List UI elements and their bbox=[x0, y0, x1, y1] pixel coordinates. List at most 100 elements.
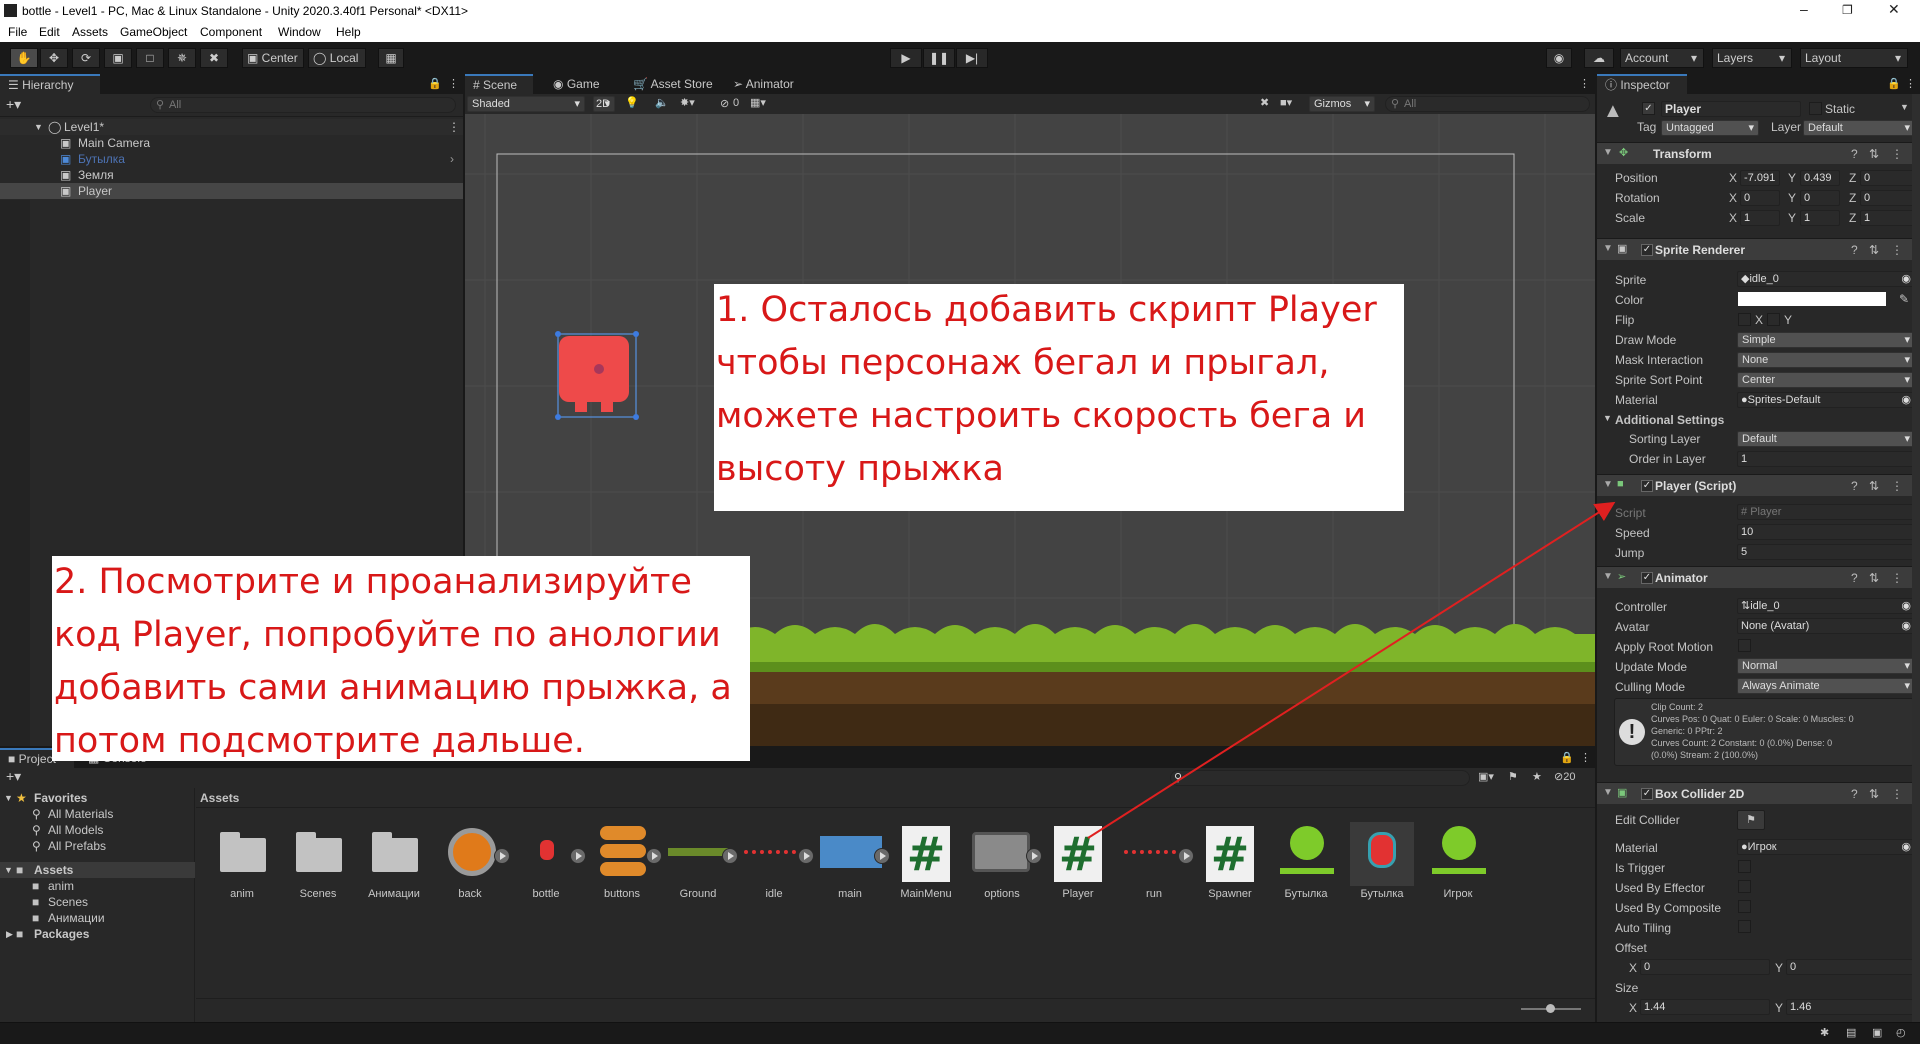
tree-item-all-prefabs[interactable]: ⚲ All Prefabs bbox=[0, 838, 195, 854]
preset-icon[interactable]: ⇅ bbox=[1869, 243, 1879, 257]
layer-dropdown[interactable]: Default bbox=[1803, 120, 1915, 136]
kebab-menu-icon[interactable]: ⋮ bbox=[1580, 751, 1591, 764]
help-icon[interactable]: ? bbox=[1851, 243, 1858, 257]
layout-dropdown[interactable]: Layout ▾ bbox=[1800, 48, 1908, 68]
rotate-tool-icon[interactable]: ⟳ bbox=[72, 48, 100, 68]
scene-search-input[interactable]: ⚲ All bbox=[1385, 96, 1590, 112]
speed-input[interactable]: 10 bbox=[1737, 524, 1915, 540]
menu-component[interactable]: Component bbox=[200, 25, 262, 39]
sprite-renderer-header[interactable]: ▼ ▣ ✓ Sprite Renderer ? ⇅ ⋮ bbox=[1597, 238, 1920, 260]
help-icon[interactable]: ? bbox=[1851, 787, 1858, 801]
size-y-input[interactable]: 1.46 bbox=[1786, 999, 1916, 1015]
menu-gameobject[interactable]: GameObject bbox=[120, 25, 187, 39]
menu-edit[interactable]: Edit bbox=[39, 25, 60, 39]
scale-x-input[interactable]: 1 bbox=[1740, 210, 1780, 226]
gizmos-dropdown[interactable]: Gizmos bbox=[1309, 96, 1375, 112]
hierarchy-item-main-camera[interactable]: ▣ Main Camera bbox=[0, 135, 463, 151]
scale-y-input[interactable]: 1 bbox=[1800, 210, 1840, 226]
play-button[interactable]: ▶ bbox=[890, 48, 922, 68]
expand-arrow-icon[interactable] bbox=[874, 848, 890, 864]
account-dropdown[interactable]: Account ▾ bbox=[1620, 48, 1704, 68]
object-picker-icon[interactable]: ◉ bbox=[1901, 619, 1911, 633]
tree-item-anim[interactable]: ■ anim bbox=[0, 878, 195, 894]
minimize-icon[interactable]: – bbox=[1800, 1, 1808, 17]
expand-arrow-icon[interactable] bbox=[798, 848, 814, 864]
expand-arrow-icon[interactable] bbox=[1026, 848, 1042, 864]
sprite-sort-point-dropdown[interactable]: Center bbox=[1737, 372, 1915, 388]
edit-collider-button[interactable]: ⚑ bbox=[1737, 810, 1765, 830]
menu-help[interactable]: Help bbox=[336, 25, 361, 39]
static-dropdown-icon[interactable]: ▼ bbox=[1900, 102, 1909, 112]
used-by-effector-checkbox[interactable] bbox=[1738, 880, 1751, 893]
offset-y-input[interactable]: 0 bbox=[1786, 959, 1916, 975]
grid-snap-icon[interactable]: ▦ bbox=[378, 48, 404, 68]
active-checkbox[interactable]: ✓ bbox=[1642, 102, 1655, 115]
lock-icon[interactable]: 🔒 bbox=[1887, 77, 1901, 90]
move-tool-icon[interactable]: ✥ bbox=[40, 48, 68, 68]
help-icon[interactable]: ? bbox=[1851, 479, 1858, 493]
static-checkbox[interactable] bbox=[1809, 102, 1822, 115]
draw-mode-dropdown[interactable]: Simple bbox=[1737, 332, 1915, 348]
pivot-center-button[interactable]: ▣ Center bbox=[242, 48, 304, 68]
component-menu-icon[interactable]: ⋮ bbox=[1891, 571, 1903, 585]
animator-enabled-checkbox[interactable]: ✓ bbox=[1641, 572, 1653, 584]
eyedropper-icon[interactable]: ✎ bbox=[1899, 292, 1909, 306]
lighting-icon[interactable]: 💡 bbox=[625, 96, 639, 109]
hierarchy-item-player[interactable]: ▣ Player bbox=[0, 183, 463, 199]
sprite-renderer-enabled-checkbox[interactable]: ✓ bbox=[1641, 244, 1653, 256]
tree-item-scenes[interactable]: ■ Scenes bbox=[0, 894, 195, 910]
component-menu-icon[interactable]: ⋮ bbox=[1891, 243, 1903, 257]
transform-header[interactable]: ▼ ✥ Transform ? ⇅ ⋮ bbox=[1597, 142, 1920, 164]
audio-icon[interactable]: 🔈 bbox=[655, 96, 669, 109]
filter-type-icon[interactable]: ▣▾ bbox=[1478, 770, 1494, 783]
hierarchy-scene-row[interactable]: ▼ ◯ Level1* ⋮ bbox=[0, 119, 463, 135]
tab-scene[interactable]: # Scene bbox=[465, 74, 533, 94]
expand-arrow-icon[interactable] bbox=[494, 848, 510, 864]
scene-kebab-icon[interactable]: ⋮ bbox=[1579, 77, 1590, 90]
expand-arrow-icon[interactable] bbox=[1178, 848, 1194, 864]
layers-dropdown[interactable]: Layers ▾ bbox=[1712, 48, 1792, 68]
tab-inspector[interactable]: ⓘ Inspector bbox=[1597, 74, 1687, 94]
apply-root-motion-checkbox[interactable] bbox=[1738, 639, 1751, 652]
object-name-input[interactable]: Player bbox=[1661, 101, 1801, 117]
kebab-menu-icon[interactable]: ⋮ bbox=[448, 77, 459, 90]
chevron-right-icon[interactable]: › bbox=[450, 151, 454, 167]
size-x-input[interactable]: 1.44 bbox=[1640, 999, 1770, 1015]
close-icon[interactable]: ✕ bbox=[1888, 1, 1900, 18]
fold-icon[interactable]: ▼ bbox=[1603, 147, 1613, 158]
help-icon[interactable]: ? bbox=[1851, 571, 1858, 585]
position-z-input[interactable]: 0 bbox=[1860, 170, 1915, 186]
preset-icon[interactable]: ⇅ bbox=[1869, 479, 1879, 493]
position-x-input[interactable]: -7.091 bbox=[1740, 170, 1780, 186]
fold-icon[interactable]: ▼ bbox=[1603, 413, 1612, 423]
object-picker-icon[interactable]: ◉ bbox=[1901, 272, 1911, 286]
flip-x-checkbox[interactable] bbox=[1738, 313, 1751, 326]
position-y-input[interactable]: 0.439 bbox=[1800, 170, 1840, 186]
favorite-star-icon[interactable]: ★ bbox=[1532, 770, 1542, 783]
is-trigger-checkbox[interactable] bbox=[1738, 860, 1751, 873]
project-search-input[interactable]: ⚲ bbox=[1170, 770, 1470, 786]
controller-field[interactable]: ⇅idle_0 ◉ bbox=[1737, 598, 1915, 614]
expand-arrow-icon[interactable] bbox=[722, 848, 738, 864]
tab-hierarchy[interactable]: ☰ Hierarchy bbox=[0, 74, 100, 94]
add-object-icon[interactable]: +▾ bbox=[6, 96, 21, 113]
hierarchy-item-ground[interactable]: ▣ Земля bbox=[0, 167, 463, 183]
menu-window[interactable]: Window bbox=[278, 25, 321, 39]
sorting-layer-dropdown[interactable]: Default bbox=[1737, 431, 1915, 447]
tree-item-animations[interactable]: ■ Анимации bbox=[0, 910, 195, 926]
jump-input[interactable]: 5 bbox=[1737, 544, 1915, 560]
color-swatch[interactable] bbox=[1738, 292, 1886, 306]
expand-arrow-icon[interactable] bbox=[570, 848, 586, 864]
rotation-y-input[interactable]: 0 bbox=[1800, 190, 1840, 206]
animator-header[interactable]: ▼ ➢ ✓ Animator ? ⇅ ⋮ bbox=[1597, 566, 1920, 588]
tab-animator[interactable]: ➢ Animator bbox=[725, 74, 802, 94]
rotation-z-input[interactable]: 0 bbox=[1860, 190, 1915, 206]
tree-favorites[interactable]: ▼ ★ Favorites bbox=[0, 790, 195, 806]
custom-tool-icon[interactable]: ✖ bbox=[200, 48, 228, 68]
rect-tool-icon[interactable]: □ bbox=[136, 48, 164, 68]
preset-icon[interactable]: ⇅ bbox=[1869, 147, 1879, 161]
component-menu-icon[interactable]: ⋮ bbox=[1891, 147, 1903, 161]
material-field[interactable]: ●Sprites-Default ◉ bbox=[1737, 392, 1915, 408]
used-by-composite-checkbox[interactable] bbox=[1738, 900, 1751, 913]
lock-icon[interactable]: 🔒 bbox=[428, 77, 442, 90]
